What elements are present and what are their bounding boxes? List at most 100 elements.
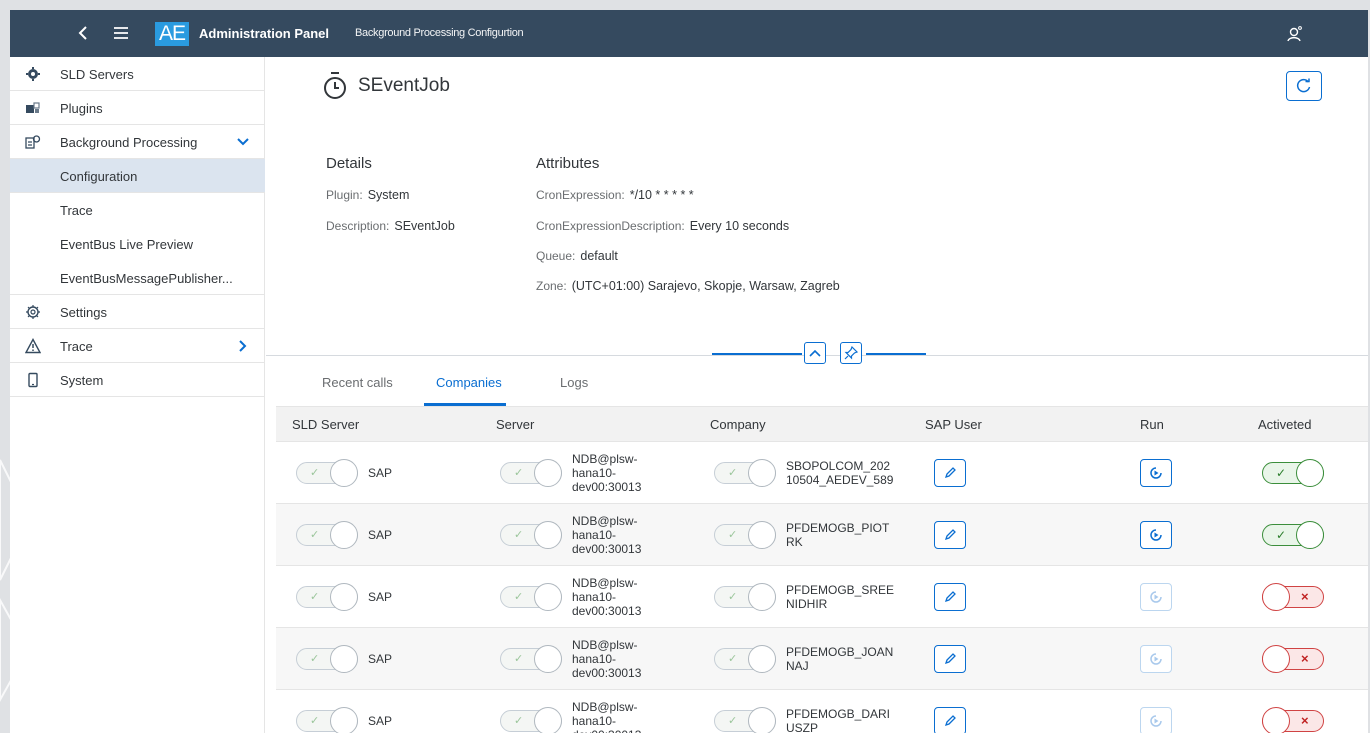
sidebar-item-configuration[interactable]: Configuration — [10, 159, 265, 193]
run-button[interactable] — [1140, 707, 1172, 733]
edit-sap-user-button[interactable] — [934, 459, 966, 487]
company-switch[interactable]: ✓ — [714, 707, 776, 733]
check-icon: ✓ — [310, 653, 320, 665]
run-button[interactable] — [1140, 521, 1172, 549]
company-switch[interactable]: ✓ — [714, 645, 776, 673]
check-icon: ✓ — [728, 653, 738, 665]
sidebar-item-label: SLD Servers — [60, 67, 134, 82]
edit-sap-user-button[interactable] — [934, 521, 966, 549]
user-button[interactable] — [1284, 23, 1306, 45]
sidebar-item-system[interactable]: System — [10, 363, 265, 397]
device-icon — [28, 372, 38, 388]
tab-recent-calls[interactable]: Recent calls — [322, 375, 393, 390]
sidebar-item-settings[interactable]: Settings — [10, 295, 265, 329]
company-name-line-1: PFDEMOGB_DARI — [786, 707, 891, 721]
run-button[interactable] — [1140, 459, 1172, 487]
pencil-icon — [944, 715, 956, 727]
server-name-line-1: NDB@plsw- — [572, 700, 638, 714]
activated-switch[interactable]: ✓ — [1262, 521, 1324, 549]
zone-field: Zone: (UTC+01:00) Sarajevo, Skopje, Warsa… — [536, 279, 840, 293]
check-icon: ✓ — [728, 529, 738, 541]
sidebar-item-background-processing[interactable]: Background Processing — [10, 125, 265, 159]
company-switch[interactable]: ✓ — [714, 583, 776, 611]
sld-server-switch[interactable]: ✓ — [296, 583, 358, 611]
close-icon: × — [1301, 651, 1309, 666]
server-name: NDB@plsw-hana10-dev00:30013 — [572, 576, 641, 618]
server-name: NDB@plsw-hana10-dev00:30013 — [572, 452, 641, 494]
sidebar-item-trace[interactable]: Trace — [10, 329, 265, 363]
company-switch[interactable]: ✓ — [714, 521, 776, 549]
back-button[interactable] — [73, 22, 93, 44]
queue-field: Queue: default — [536, 249, 618, 263]
switch-knob — [748, 459, 776, 487]
pin-header-button[interactable] — [840, 342, 862, 364]
server-switch[interactable]: ✓ — [500, 459, 562, 487]
background-processing-icon — [25, 135, 41, 149]
check-icon: ✓ — [728, 467, 738, 479]
edit-sap-user-button[interactable] — [934, 583, 966, 611]
sidebar-item-eventbus-message-publisher[interactable]: EventBusMessagePublisher... — [10, 261, 265, 295]
sidebar-item-label: Plugins — [60, 101, 103, 116]
column-header-activated: Activeted — [1258, 417, 1312, 432]
activated-switch[interactable]: ✓ — [1262, 459, 1324, 487]
switch-knob — [534, 583, 562, 611]
check-icon: ✓ — [310, 715, 320, 727]
server-name-line-2: hana10- — [572, 714, 617, 728]
sidebar-item-trace-sub[interactable]: Trace — [10, 193, 265, 227]
app-window: AE Administration Panel Background Proce… — [10, 10, 1368, 733]
run-icon — [1150, 653, 1162, 665]
sld-server-switch[interactable]: ✓ — [296, 707, 358, 733]
sld-server-switch[interactable]: ✓ — [296, 459, 358, 487]
refresh-button[interactable] — [1286, 71, 1322, 101]
company-name-line-2: 10504_AEDEV_589 — [786, 473, 894, 487]
company-name-line-1: SBOPOLCOM_202 — [786, 459, 891, 473]
run-button[interactable] — [1140, 645, 1172, 673]
activated-switch[interactable]: × — [1262, 645, 1324, 673]
details-heading: Details — [326, 155, 372, 172]
sld-server-switch[interactable]: ✓ — [296, 521, 358, 549]
edit-sap-user-button[interactable] — [934, 707, 966, 733]
activated-switch[interactable]: × — [1262, 583, 1324, 611]
page-subtitle: Background Processing Configurtion — [355, 27, 524, 39]
collapse-line-right — [866, 353, 926, 355]
run-icon — [1150, 467, 1162, 479]
server-name-line-1: NDB@plsw- — [572, 514, 638, 528]
sidebar-item-label: EventBus Live Preview — [60, 237, 193, 252]
server-switch[interactable]: ✓ — [500, 521, 562, 549]
sld-server-name: SAP — [368, 528, 393, 542]
tab-companies[interactable]: Companies — [436, 375, 502, 390]
server-switch[interactable]: ✓ — [500, 707, 562, 733]
menu-button[interactable] — [109, 22, 133, 44]
edit-sap-user-button[interactable] — [934, 645, 966, 673]
server-name-line-3: dev00:30013 — [572, 604, 642, 618]
server-switch[interactable]: ✓ — [500, 583, 562, 611]
switch-knob — [748, 707, 776, 733]
check-icon: ✓ — [514, 529, 524, 541]
plugin-field: Plugin: System — [326, 188, 409, 202]
column-header-company: Company — [710, 417, 766, 432]
switch-knob — [1262, 645, 1290, 673]
sidebar-item-sld-servers[interactable]: SLD Servers — [10, 57, 265, 91]
collapse-header-button[interactable] — [804, 342, 826, 364]
check-icon: ✓ — [514, 653, 524, 665]
table-row: ✓ SAP ✓ NDB@plsw-hana10-dev00:30013 ✓ PFDEMOG… — [276, 628, 1368, 690]
chevron-down-icon — [237, 138, 249, 146]
company-name-line-1: PFDEMOGB_JOAN — [786, 645, 894, 659]
cron-expression-field: CronExpression: */10 * * * * * — [536, 188, 694, 202]
run-icon — [1150, 715, 1162, 727]
sidebar-item-eventbus-live-preview[interactable]: EventBus Live Preview — [10, 227, 265, 261]
check-icon: ✓ — [728, 715, 738, 727]
table-header: SLD Server Server Company SAP User Run A… — [276, 406, 1368, 442]
switch-knob — [1296, 521, 1324, 549]
activated-switch[interactable]: × — [1262, 707, 1324, 733]
company-switch[interactable]: ✓ — [714, 459, 776, 487]
server-switch[interactable]: ✓ — [500, 645, 562, 673]
run-button[interactable] — [1140, 583, 1172, 611]
app-title: Administration Panel — [199, 26, 330, 41]
description-label: Description: — [326, 219, 390, 233]
tab-logs[interactable]: Logs — [560, 375, 588, 390]
check-icon: ✓ — [514, 715, 524, 727]
sld-server-switch[interactable]: ✓ — [296, 645, 358, 673]
close-icon: × — [1301, 589, 1309, 604]
sidebar-item-plugins[interactable]: Plugins — [10, 91, 265, 125]
